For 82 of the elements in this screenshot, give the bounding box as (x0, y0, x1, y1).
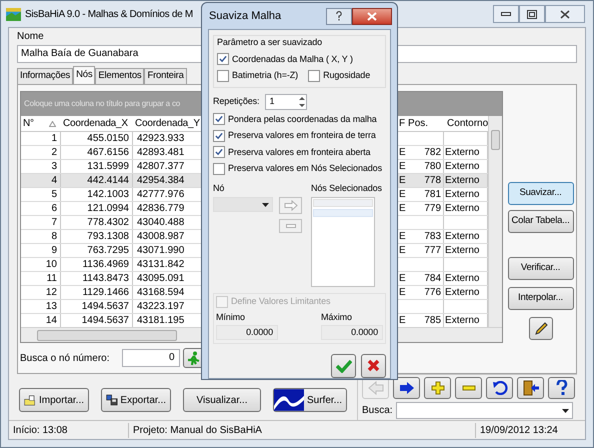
window-title: SisBaHiA 9.0 - Malhas & Domínios de M (25, 8, 193, 22)
table-cell-text: E (398, 230, 406, 243)
checkbox-label: Rugosidade (323, 69, 370, 82)
table-cell: 11 (21, 272, 61, 285)
checkbox-label: Coordenadas da Malha ( X, Y ) (232, 52, 353, 66)
status-field: Início: 13:08 (9, 422, 129, 438)
table-cell: 793.1308 (61, 230, 133, 243)
table-cell-text: E (398, 160, 406, 173)
table-cell-text: E (398, 286, 406, 299)
table-cell: 9 (21, 244, 61, 257)
table-cell-text: 43071.990 (136, 244, 186, 257)
checkbox-label: Batimetria (h=-Z) (232, 69, 298, 82)
table-cell: 1 (21, 132, 61, 145)
table-cell-text: E (398, 146, 406, 159)
name-label: Nome (17, 31, 44, 43)
table-cell-text: 43131.842 (136, 258, 186, 271)
table-cell: 779 (406, 202, 444, 215)
checkbox-label: Pondera pelas coordenadas da malha (228, 112, 377, 126)
node-search-label: Busca o nó número: (20, 352, 110, 366)
table-cell-text: 43040.488 (136, 216, 186, 229)
table-cell: 8 (21, 230, 61, 243)
table-cell-text: E (398, 314, 406, 327)
table-cell-text: 42807.377 (136, 160, 186, 173)
table-cell: 2 (21, 146, 61, 159)
table-cell: 467.6156 (61, 146, 133, 159)
group-hint: Coloque uma coluna no título para grupar a co (24, 98, 180, 110)
table-cell: 1494.5637 (61, 300, 133, 313)
table-cell: 142.1003 (61, 188, 133, 201)
table-cell-text: 43095.091 (136, 272, 186, 285)
table-cell: 778.4302 (61, 216, 133, 229)
dialog-title: Suaviza Malha (209, 8, 282, 24)
table-cell: 1136.4969 (61, 258, 133, 271)
table-cell-text: 43008.987 (136, 230, 186, 243)
table-cell-text: E (398, 174, 406, 187)
table-cell-text: 43168.594 (136, 286, 186, 299)
busca-label: Busca: (362, 404, 393, 418)
limit-label: Máximo (321, 311, 352, 324)
table-cell: 777 (406, 244, 444, 257)
table-cell-text: 42893.481 (136, 146, 186, 159)
table-cell: 763.7295 (61, 244, 133, 257)
table-cell: 776 (406, 286, 444, 299)
table-cell: 4 (21, 174, 61, 187)
table-cell-text: 43223.197 (136, 300, 186, 313)
checkbox-label: Define Valores Limitantes (231, 295, 330, 308)
checkbox-label: Preserva valores em fronteira aberta (228, 146, 370, 158)
table-cell-text: 42777.976 (136, 188, 186, 201)
table-cell-text: 42836.779 (136, 202, 186, 215)
table-cell-text: 43181.195 (136, 314, 186, 327)
limit-label: Mínimo (216, 311, 245, 324)
table-cell-text: 42923.933 (136, 132, 186, 145)
checkbox-label: Preserva valores em fronteira de terra (228, 129, 376, 142)
table-cell: 10 (21, 258, 61, 271)
selected-nodes-label: Nós Selecionados (311, 182, 382, 194)
table-cell-text: 42954.384 (136, 174, 186, 187)
table-cell: 1129.1466 (61, 286, 133, 299)
table-cell: 782 (406, 146, 444, 159)
table-cell: 5 (21, 188, 61, 201)
table-cell-text: E (398, 272, 406, 285)
node-label: Nó (213, 182, 224, 194)
table-cell: 13 (21, 300, 61, 313)
table-cell: 442.4144 (61, 174, 133, 187)
table-cell: 455.0150 (61, 132, 133, 145)
table-cell: 6 (21, 202, 61, 215)
status-field: 19/09/2012 13:24 (475, 422, 585, 438)
repeat-label: Repetições: (213, 94, 260, 108)
table-cell: 780 (406, 160, 444, 173)
table-cell-text: E (398, 188, 406, 201)
table-cell-text: E (398, 202, 406, 215)
table-cell: 783 (406, 230, 444, 243)
table-cell: 781 (406, 188, 444, 201)
checkbox-label: Preserva valores em Nós Selecionados (228, 162, 382, 175)
table-cell: 3 (21, 160, 61, 173)
table-cell: 121.0994 (61, 202, 133, 215)
status-field: Projeto: Manual do SisBaHiA (129, 422, 475, 438)
group-title: Parâmetro a ser suavizado (217, 36, 322, 49)
table-cell-text: E (398, 244, 406, 257)
table-cell: 12 (21, 286, 61, 299)
table-cell: 7 (21, 216, 61, 229)
table-cell: 784 (406, 272, 444, 285)
table-cell: 1143.8473 (61, 272, 133, 285)
table-cell: 131.5999 (61, 160, 133, 173)
table-cell: 778 (406, 174, 444, 187)
